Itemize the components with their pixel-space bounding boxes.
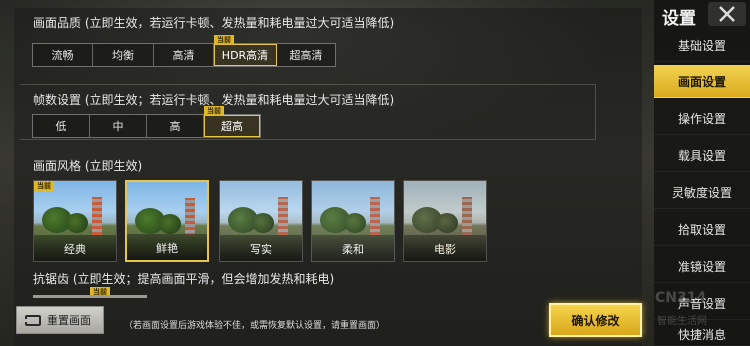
fps-option-ultra[interactable]: 当前 超高 bbox=[204, 106, 260, 137]
fps-selector: 低 中 高 当前 超高 bbox=[32, 106, 261, 138]
reset-graphics-label: 重置画面 bbox=[47, 314, 91, 327]
fps-option-high[interactable]: 高 bbox=[147, 115, 204, 137]
tree-image bbox=[344, 213, 366, 233]
sidebar-item-pickup[interactable]: 拾取设置 bbox=[654, 213, 750, 246]
tree-image bbox=[159, 214, 181, 234]
style-option-soft[interactable]: 柔和 bbox=[311, 180, 395, 262]
style-option-classic[interactable]: 当前 经典 bbox=[33, 180, 117, 262]
fps-option-ultra-label: 超高 bbox=[221, 120, 243, 133]
style-option-label: 经典 bbox=[64, 243, 86, 256]
fps-option-low[interactable]: 低 bbox=[33, 115, 90, 137]
style-option-label: 电影 bbox=[434, 243, 456, 256]
graphics-quality-selector: 流畅 均衡 高清 当前 HDR高清 超高清 bbox=[32, 35, 336, 67]
sidebar-item-scope[interactable]: 准镜设置 bbox=[654, 250, 750, 283]
graphics-quality-label: 画面品质 (立即生效，若运行卡顿、发热量和耗电量过大可适当降低) bbox=[33, 16, 395, 30]
graphics-option-balanced[interactable]: 均衡 bbox=[93, 44, 154, 66]
sidebar-item-controls[interactable]: 操作设置 bbox=[654, 102, 750, 135]
graphics-option-ultra-hd[interactable]: 超高清 bbox=[277, 44, 335, 66]
close-icon bbox=[719, 6, 735, 22]
tower-image bbox=[185, 198, 195, 236]
style-option-vivid[interactable]: 鲜艳 bbox=[125, 180, 209, 262]
sidebar-item-graphics[interactable]: 画面设置 bbox=[654, 65, 750, 98]
sidebar-item-vehicle[interactable]: 载具设置 bbox=[654, 139, 750, 172]
sidebar-item-sensitivity[interactable]: 灵敏度设置 bbox=[654, 176, 750, 209]
watermark-text: 智能生活网 bbox=[657, 316, 707, 327]
reset-graphics-button[interactable]: 重置画面 bbox=[16, 306, 104, 334]
style-label: 画面风格 (立即生效) bbox=[33, 159, 143, 173]
tree-image bbox=[252, 213, 274, 233]
fps-option-medium[interactable]: 中 bbox=[90, 115, 147, 137]
tower-image bbox=[278, 197, 288, 235]
style-option-realistic[interactable]: 写实 bbox=[219, 180, 303, 262]
sidebar-title: 设置 bbox=[662, 9, 696, 29]
graphics-option-hdr[interactable]: 当前 HDR高清 bbox=[214, 35, 277, 66]
tower-image bbox=[462, 197, 472, 235]
close-button[interactable] bbox=[708, 2, 746, 26]
style-option-label: 写实 bbox=[250, 243, 272, 256]
antialiasing-label: 抗锯齿 (立即生效；提高画面平滑，但会增加发热和耗电) bbox=[33, 272, 335, 286]
tree-image bbox=[66, 213, 88, 233]
tower-image bbox=[92, 197, 102, 235]
tower-image bbox=[370, 197, 380, 235]
style-option-label: 鲜艳 bbox=[156, 242, 178, 255]
graphics-option-smooth[interactable]: 流畅 bbox=[33, 44, 93, 66]
current-badge: 当前 bbox=[214, 35, 234, 45]
style-option-label: 柔和 bbox=[342, 243, 364, 256]
graphics-option-hd[interactable]: 高清 bbox=[154, 44, 214, 66]
tree-image bbox=[436, 213, 458, 233]
current-badge: 当前 bbox=[34, 181, 54, 191]
reset-hint-text: （若画面设置后游戏体验不佳，或需恢复默认设置，请重置画面） bbox=[124, 321, 386, 331]
graphics-option-hdr-label: HDR高清 bbox=[221, 49, 269, 62]
antialiasing-selector-edge[interactable] bbox=[33, 295, 147, 298]
current-badge: 当前 bbox=[204, 106, 224, 116]
style-option-cinematic[interactable]: 电影 bbox=[403, 180, 487, 262]
reset-icon bbox=[25, 314, 41, 326]
watermark-logo: CN314 bbox=[655, 290, 707, 306]
sidebar-item-basic[interactable]: 基础设置 bbox=[654, 29, 750, 62]
confirm-changes-button[interactable]: 确认修改 bbox=[549, 303, 642, 337]
